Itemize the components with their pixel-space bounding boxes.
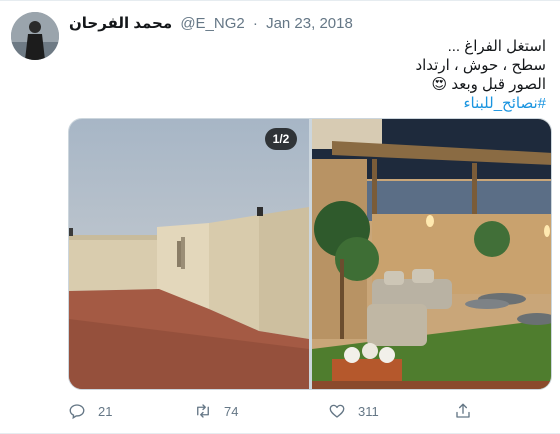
- author-name[interactable]: محمد الفرحان: [69, 15, 172, 32]
- media-gallery: 1/2: [68, 118, 552, 390]
- after-photo[interactable]: [312, 119, 551, 389]
- tweet-card[interactable]: محمد الفرحان @E_NG2 · Jan 23, 2018 استغل…: [0, 0, 560, 434]
- retweet-icon: [197, 404, 209, 418]
- avatar[interactable]: [11, 12, 59, 60]
- retweet-count: 74: [224, 403, 239, 419]
- heart-icon: [329, 404, 345, 418]
- tweet-actions: 21 74 311: [68, 401, 488, 421]
- retweet-button[interactable]: 74: [194, 401, 238, 421]
- tweet-text-line: سطح ، حوش ، ارتداد: [415, 57, 546, 74]
- tweet-text-line: الصور قبل وبعد 😍: [431, 76, 546, 93]
- like-button[interactable]: 311: [328, 401, 379, 421]
- tweet-date[interactable]: Jan 23, 2018: [266, 15, 353, 32]
- reply-icon: [69, 404, 85, 420]
- separator-dot: ·: [252, 15, 258, 32]
- hashtag-link[interactable]: #نصائح_للبناء: [463, 95, 546, 112]
- reply-button[interactable]: 21: [68, 401, 112, 421]
- share-icon: [456, 403, 470, 418]
- tweet-text: استغل الفراغ ... سطح ، حوش ، ارتداد الصو…: [86, 37, 546, 113]
- tweet-text-line: استغل الفراغ ...: [447, 38, 546, 55]
- share-button[interactable]: [454, 401, 472, 421]
- like-count: 311: [358, 403, 379, 419]
- author-handle[interactable]: @E_NG2: [180, 15, 244, 32]
- media-counter: 1/2: [265, 128, 297, 150]
- reply-count: 21: [98, 403, 113, 419]
- before-photo[interactable]: 1/2: [69, 119, 309, 389]
- tweet-header: محمد الفرحان @E_NG2 · Jan 23, 2018: [69, 14, 353, 34]
